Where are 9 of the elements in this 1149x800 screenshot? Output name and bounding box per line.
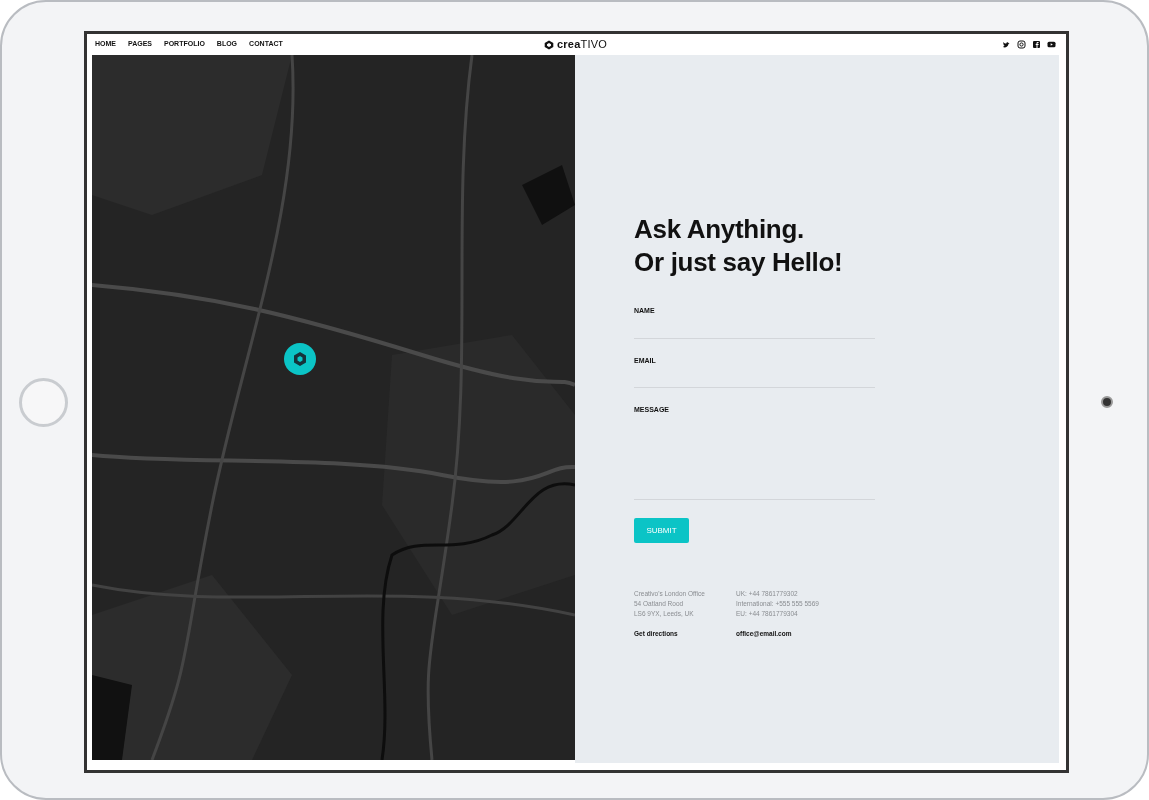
bird-icon[interactable] bbox=[1002, 40, 1011, 49]
play-icon[interactable] bbox=[1047, 40, 1056, 49]
form-heading: Ask Anything. Or just say Hello! bbox=[634, 213, 844, 279]
camera-icon[interactable] bbox=[1017, 40, 1026, 49]
map-pin-icon[interactable] bbox=[284, 343, 316, 375]
letter-f-icon[interactable] bbox=[1032, 40, 1041, 49]
logo-icon bbox=[544, 39, 555, 50]
logo-text[interactable]: creaTIVO bbox=[557, 36, 607, 53]
camera-icon bbox=[1101, 396, 1113, 408]
